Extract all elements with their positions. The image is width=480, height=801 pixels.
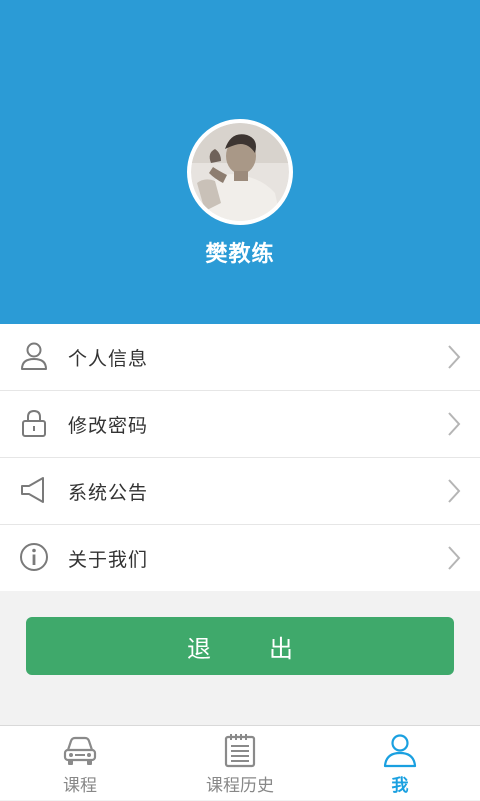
avatar-photo — [191, 123, 289, 221]
coach-name: 樊教练 — [205, 242, 275, 267]
tab-course-history[interactable]: 课程历史 — [160, 726, 320, 801]
tab-label: 课程历史 — [206, 776, 274, 796]
speaker-icon — [21, 477, 44, 503]
avatar[interactable] — [187, 119, 293, 225]
profile-header: 樊教练 — [0, 0, 480, 324]
menu-item-about-us[interactable]: 关于我们 — [0, 525, 480, 591]
tab-courses[interactable]: 课程 — [0, 726, 160, 801]
chevron-right-icon — [448, 479, 461, 503]
menu-item-personal-info[interactable]: 个人信息 — [0, 324, 480, 391]
car-icon — [63, 736, 97, 765]
tab-label: 我 — [391, 776, 409, 796]
menu-item-change-password[interactable]: 修改密码 — [0, 391, 480, 458]
settings-menu: 个人信息 修改密码 系统公告 关于我们 — [0, 324, 480, 591]
menu-item-label: 修改密码 — [68, 415, 149, 437]
tab-label: 课程 — [63, 776, 97, 796]
menu-item-label: 系统公告 — [68, 482, 149, 504]
bottom-tab-bar: 课程 课程历史 我 — [0, 725, 480, 800]
info-icon — [20, 543, 48, 571]
user-icon — [383, 734, 417, 768]
logout-button[interactable]: 退出 — [26, 617, 454, 675]
user-icon — [21, 342, 47, 370]
chevron-right-icon — [448, 546, 461, 570]
chevron-right-icon — [448, 345, 461, 369]
chevron-right-icon — [448, 412, 461, 436]
menu-item-label: 个人信息 — [68, 348, 149, 370]
notepad-icon — [224, 734, 256, 768]
tab-me[interactable]: 我 — [320, 726, 480, 801]
menu-item-label: 关于我们 — [68, 549, 149, 571]
menu-item-announcements[interactable]: 系统公告 — [0, 458, 480, 525]
lock-icon — [22, 409, 46, 437]
